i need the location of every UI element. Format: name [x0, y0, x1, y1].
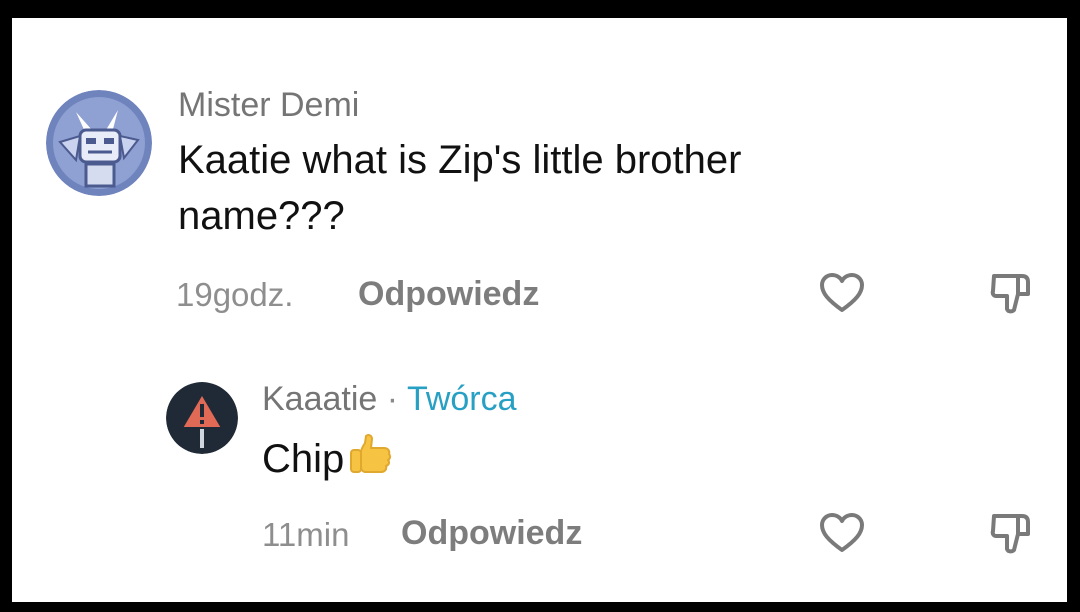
dislike-button[interactable] [988, 510, 1036, 558]
warning-sign-avatar-icon [166, 382, 238, 454]
comment-text: Kaatie what is Zip's little brother name… [178, 138, 742, 238]
robot-character-avatar-icon [46, 90, 152, 196]
separator-dot: · [386, 380, 399, 418]
avatar[interactable] [166, 382, 238, 454]
thumbs-down-icon [990, 274, 1030, 314]
reply-username[interactable]: Kaaatie [262, 380, 377, 418]
reply-username-line: Kaaatie · Twórca [262, 380, 517, 419]
heart-icon [820, 273, 864, 312]
reply-text-line: Chip [262, 430, 982, 493]
thumbs-down-icon [990, 514, 1030, 554]
heart-icon [820, 513, 864, 552]
creator-badge: Twórca [406, 380, 517, 418]
reply-timestamp: 11min [262, 516, 350, 553]
like-button[interactable] [818, 270, 866, 318]
like-button[interactable] [818, 510, 866, 558]
thumbs-up-emoji-icon [346, 430, 394, 493]
dislike-button[interactable] [988, 270, 1036, 318]
reply-button[interactable]: Odpowiedz [401, 514, 582, 553]
reply-text: Chip [262, 437, 345, 482]
reply-button[interactable]: Odpowiedz [358, 275, 539, 314]
comment-timestamp: 19godz. [176, 276, 294, 313]
comment-username[interactable]: Mister Demi [178, 86, 359, 125]
avatar[interactable] [46, 90, 152, 196]
comment-thread: Mister Demi Kaatie what is Zip's little … [12, 18, 1067, 602]
